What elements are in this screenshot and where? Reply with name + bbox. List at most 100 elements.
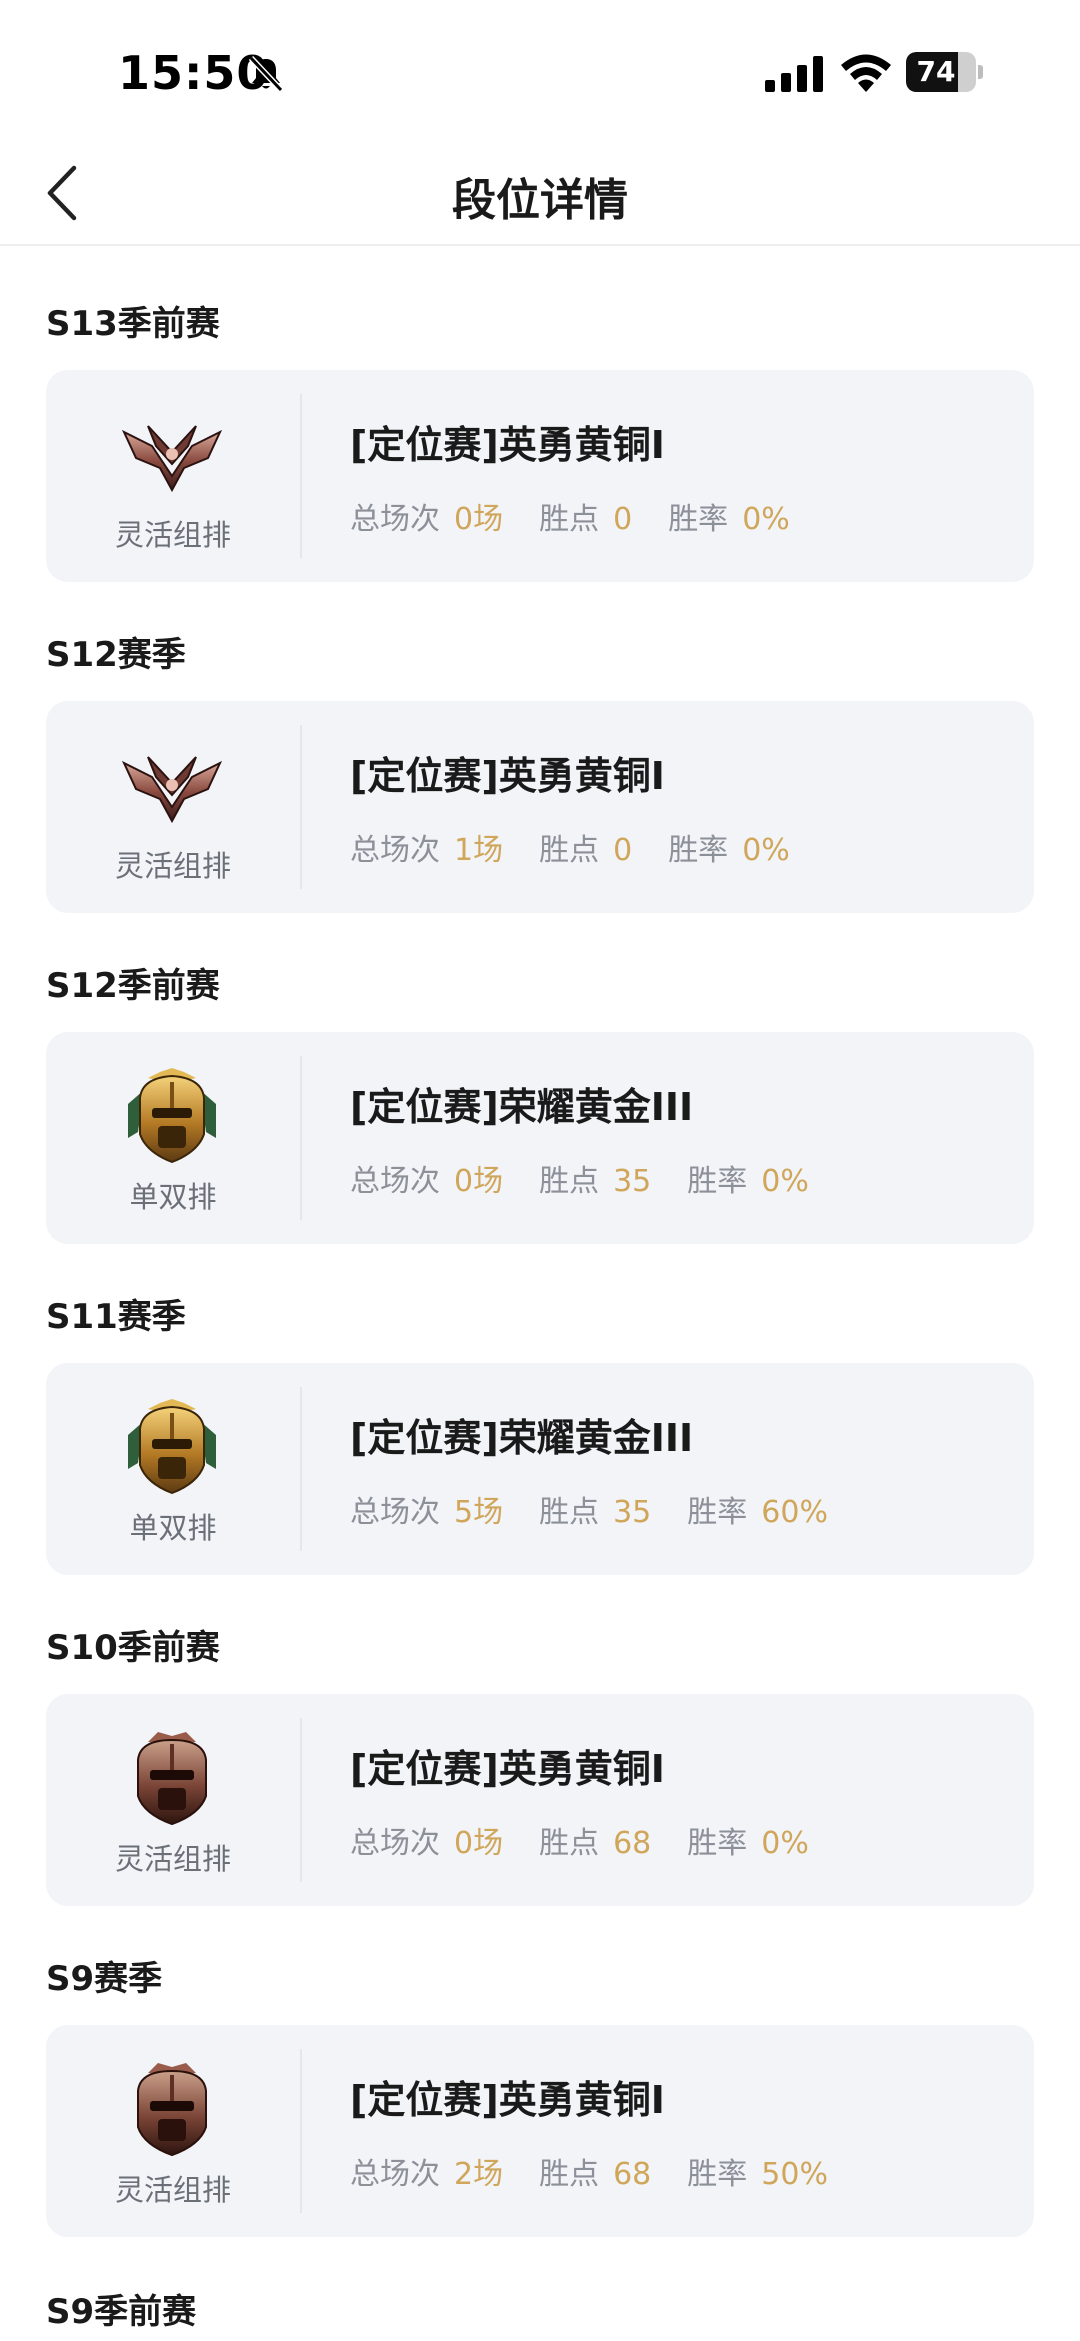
stats-row: 总场次 0场 胜点 35 胜率 0% xyxy=(350,1156,845,1200)
rank-card[interactable]: 灵活组排 [定位赛]英勇黄铜I 总场次 1场 胜点 0 胜率 0% xyxy=(46,701,1034,913)
points-label: 胜点 xyxy=(539,2157,600,2192)
divider xyxy=(300,2049,302,2213)
win-rate-label: 胜率 xyxy=(687,2157,748,2192)
season-section: S12赛季 灵活组排 [定位赛]英勇黄铜I 总场次 1场 胜点 0 胜率 0% xyxy=(0,579,1080,913)
points-value: 68 xyxy=(613,2157,652,2192)
win-rate-value: 0% xyxy=(761,1164,809,1199)
bell-muted-icon xyxy=(248,55,284,93)
bronze-wings-icon xyxy=(118,406,226,502)
points-value: 0 xyxy=(613,833,633,868)
total-games-value: 0场 xyxy=(454,1826,504,1861)
divider xyxy=(300,394,302,558)
badge-area: 灵活组排 xyxy=(46,2025,300,2237)
queue-type-label: 灵活组排 xyxy=(114,849,231,883)
stats-row: 总场次 5场 胜点 35 胜率 60% xyxy=(350,1487,864,1531)
win-rate-value: 50% xyxy=(761,2157,828,2192)
total-games-label: 总场次 xyxy=(350,833,440,868)
queue-type-label: 灵活组排 xyxy=(114,1842,231,1876)
total-games-label: 总场次 xyxy=(350,2157,440,2192)
total-games-value: 0场 xyxy=(454,1164,504,1199)
badge-area: 单双排 xyxy=(46,1363,300,1575)
rank-card[interactable]: 灵活组排 [定位赛]英勇黄铜I 总场次 0场 胜点 0 胜率 0% xyxy=(46,370,1034,582)
total-games-value: 5场 xyxy=(454,1495,504,1530)
win-rate-label: 胜率 xyxy=(668,502,729,537)
rank-card[interactable]: 灵活组排 [定位赛]英勇黄铜I 总场次 0场 胜点 68 胜率 0% xyxy=(46,1694,1034,1906)
win-rate-label: 胜率 xyxy=(687,1164,748,1199)
rank-name: [定位赛]英勇黄铜I xyxy=(350,2078,665,2122)
season-title: S9赛季 xyxy=(46,1959,163,1999)
stats-row: 总场次 2场 胜点 68 胜率 50% xyxy=(350,2149,864,2193)
stats-row: 总场次 0场 胜点 68 胜率 0% xyxy=(350,1818,845,1862)
divider xyxy=(300,1718,302,1882)
queue-type-label: 灵活组排 xyxy=(114,518,231,552)
season-title: S12赛季 xyxy=(46,635,186,675)
points-label: 胜点 xyxy=(539,1495,600,1530)
points-label: 胜点 xyxy=(539,1164,600,1199)
points-value: 68 xyxy=(613,1826,652,1861)
badge-area: 灵活组排 xyxy=(46,701,300,913)
total-games-label: 总场次 xyxy=(350,1826,440,1861)
win-rate-value: 0% xyxy=(761,1826,809,1861)
season-section: S11赛季 单双排 [定位赛]荣耀黄金III 总场次 5场 胜点 35 胜率 60% xyxy=(0,1241,1080,1575)
badge-area: 灵活组排 xyxy=(46,370,300,582)
rank-name: [定位赛]英勇黄铜I xyxy=(350,1747,665,1791)
rank-name: [定位赛]英勇黄铜I xyxy=(350,423,665,467)
total-games-label: 总场次 xyxy=(350,502,440,537)
season-title: S11赛季 xyxy=(46,1297,186,1337)
season-section: S10季前赛 灵活组排 [定位赛]英勇黄铜I 总场次 0场 胜点 68 胜率 0% xyxy=(0,1572,1080,1906)
rank-card[interactable]: 单双排 [定位赛]荣耀黄金III 总场次 0场 胜点 35 胜率 0% xyxy=(46,1032,1034,1244)
win-rate-label: 胜率 xyxy=(687,1495,748,1530)
points-value: 35 xyxy=(613,1164,652,1199)
queue-type-label: 单双排 xyxy=(129,1180,217,1214)
win-rate-value: 0% xyxy=(742,502,790,537)
nav-bar: 段位详情 xyxy=(0,140,1080,246)
rank-name: [定位赛]英勇黄铜I xyxy=(350,754,665,798)
stats-row: 总场次 1场 胜点 0 胜率 0% xyxy=(350,825,826,869)
gold-helmet-icon xyxy=(118,1399,226,1495)
status-bar: 15:50 74 xyxy=(0,0,1080,140)
queue-type-label: 单双排 xyxy=(129,1511,217,1545)
signal-icon xyxy=(765,56,823,92)
divider xyxy=(300,1056,302,1220)
badge-area: 灵活组排 xyxy=(46,1694,300,1906)
total-games-label: 总场次 xyxy=(350,1164,440,1199)
total-games-value: 0场 xyxy=(454,502,504,537)
battery-level-text: 74 xyxy=(916,55,956,88)
bronze-helmet-icon xyxy=(118,2061,226,2157)
season-title: S12季前赛 xyxy=(46,966,220,1006)
queue-type-label: 灵活组排 xyxy=(114,2173,231,2207)
total-games-value: 2场 xyxy=(454,2157,504,2192)
season-section: S9赛季 灵活组排 [定位赛]英勇黄铜I 总场次 2场 胜点 68 胜率 50% xyxy=(0,1903,1080,2237)
wifi-icon xyxy=(841,54,891,92)
season-title: S9季前赛 xyxy=(46,2292,197,2332)
points-value: 0 xyxy=(613,502,633,537)
page-title: 段位详情 xyxy=(452,175,628,226)
points-value: 35 xyxy=(613,1495,652,1530)
rank-card[interactable]: 灵活组排 [定位赛]英勇黄铜I 总场次 2场 胜点 68 胜率 50% xyxy=(46,2025,1034,2237)
total-games-value: 1场 xyxy=(454,833,504,868)
season-title: S10季前赛 xyxy=(46,1628,220,1668)
season-section: S12季前赛 单双排 [定位赛]荣耀黄金III 总场次 0场 胜点 35 胜率 0% xyxy=(0,910,1080,1244)
points-label: 胜点 xyxy=(539,1826,600,1861)
divider xyxy=(300,725,302,889)
season-title: S13季前赛 xyxy=(46,304,220,344)
season-list: S13季前赛 灵活组排 [定位赛]英勇黄铜I 总场次 0场 胜点 0 胜率 0% S12赛… xyxy=(0,248,1080,2237)
rank-name: [定位赛]荣耀黄金III xyxy=(350,1085,694,1129)
rank-card[interactable]: 单双排 [定位赛]荣耀黄金III 总场次 5场 胜点 35 胜率 60% xyxy=(46,1363,1034,1575)
divider xyxy=(300,1387,302,1551)
points-label: 胜点 xyxy=(539,502,600,537)
badge-area: 单双排 xyxy=(46,1032,300,1244)
win-rate-value: 60% xyxy=(761,1495,828,1530)
season-section: S13季前赛 灵活组排 [定位赛]英勇黄铜I 总场次 0场 胜点 0 胜率 0% xyxy=(0,248,1080,582)
rank-name: [定位赛]荣耀黄金III xyxy=(350,1416,694,1460)
stats-row: 总场次 0场 胜点 0 胜率 0% xyxy=(350,494,826,538)
win-rate-label: 胜率 xyxy=(668,833,729,868)
bronze-wings-icon xyxy=(118,737,226,833)
bronze-helmet-icon xyxy=(118,1730,226,1826)
battery-indicator: 74 xyxy=(906,52,984,92)
points-label: 胜点 xyxy=(539,833,600,868)
gold-helmet-icon xyxy=(118,1068,226,1164)
total-games-label: 总场次 xyxy=(350,1495,440,1530)
win-rate-label: 胜率 xyxy=(687,1826,748,1861)
win-rate-value: 0% xyxy=(742,833,790,868)
